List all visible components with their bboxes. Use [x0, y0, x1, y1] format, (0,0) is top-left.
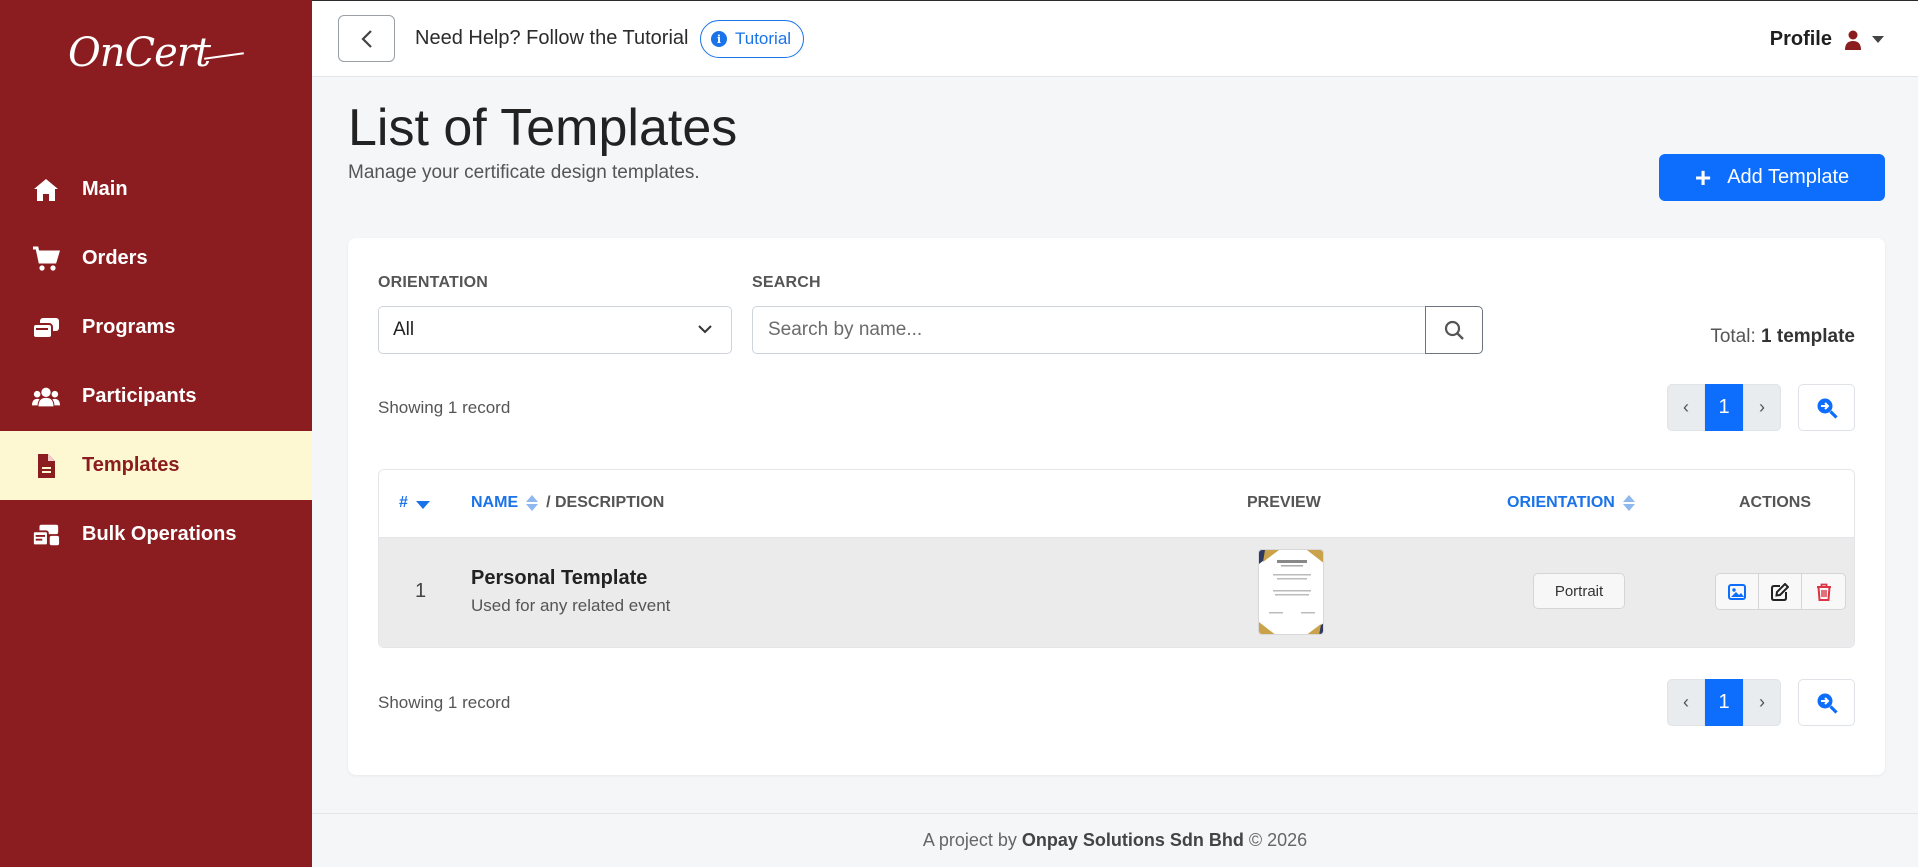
plus-icon: +	[1694, 161, 1712, 193]
add-template-label: Add Template	[1727, 166, 1850, 188]
chevron-down-icon	[1872, 36, 1884, 43]
help-text: Need Help? Follow the Tutorial	[415, 27, 689, 49]
profile-menu[interactable]: Profile	[1770, 28, 1884, 51]
orientation-filter-label: ORIENTATION	[378, 274, 489, 291]
page-button-current[interactable]: 1	[1705, 679, 1743, 726]
users-icon	[32, 383, 60, 411]
sort-icon	[1622, 495, 1635, 511]
search-button[interactable]	[1425, 306, 1483, 354]
preview-image-button[interactable]	[1716, 574, 1759, 609]
page-subtitle: Manage your certificate design templates…	[348, 162, 700, 183]
search-arrow-icon	[1817, 693, 1838, 714]
tutorial-button[interactable]: i Tutorial	[700, 20, 805, 58]
table-row: 1 Personal Template Used for any related…	[379, 538, 1854, 647]
footer-copyright: © 2026	[1248, 830, 1308, 850]
total-prefix: Total:	[1710, 326, 1756, 347]
programs-icon	[32, 314, 60, 342]
row-actions	[1715, 573, 1846, 610]
jump-to-page-button[interactable]	[1798, 384, 1855, 431]
page-button-current[interactable]: 1	[1705, 384, 1743, 431]
column-header-orientation-label: ORIENTATION	[1507, 494, 1615, 511]
profile-label: Profile	[1769, 28, 1832, 50]
sort-icon	[526, 495, 539, 511]
templates-card: ORIENTATION All SEARCH Total: 1 template…	[348, 238, 1885, 775]
edit-icon	[1771, 582, 1789, 601]
sidebar-item-label: Bulk Operations	[82, 523, 237, 545]
chevron-down-icon	[698, 325, 712, 334]
prev-page-button[interactable]: ‹	[1667, 679, 1705, 726]
next-page-button[interactable]: ›	[1743, 384, 1781, 431]
column-header-name[interactable]: NAME / DESCRIPTION	[471, 494, 664, 512]
info-icon: i	[711, 31, 727, 47]
pagination-top: ‹ 1 ›	[1667, 384, 1781, 431]
pagination-bottom: ‹ 1 ›	[1667, 679, 1781, 726]
column-header-description-label: / DESCRIPTION	[546, 494, 665, 511]
footer-prefix: A project by	[922, 830, 1017, 850]
showing-record-top: Showing 1 record	[378, 398, 511, 417]
row-number: 1	[415, 580, 427, 602]
footer: A project by Onpay Solutions Sdn Bhd © 2…	[312, 813, 1918, 867]
next-page-button[interactable]: ›	[1743, 679, 1781, 726]
file-icon	[32, 452, 60, 480]
column-header-orientation[interactable]: ORIENTATION	[1507, 494, 1635, 512]
total-value: 1 template	[1761, 326, 1855, 347]
search-input[interactable]	[752, 306, 1426, 354]
column-header-name-label: NAME	[471, 494, 519, 511]
add-template-button[interactable]: + Add Template	[1659, 154, 1885, 201]
app-logo-text: OnCert	[67, 30, 211, 76]
page-title: List of Templates	[348, 99, 738, 157]
sidebar-item-label: Orders	[82, 247, 148, 269]
column-header-num[interactable]: #	[399, 494, 430, 512]
orientation-select-value: All	[393, 319, 415, 340]
footer-company: Onpay Solutions Sdn Bhd	[1021, 830, 1244, 850]
sidebar-item-label: Participants	[82, 385, 197, 407]
home-icon	[32, 176, 60, 204]
templates-table: # NAME / DESCRIPTION PREVIEW ORIENTATION…	[378, 469, 1855, 648]
template-description: Used for any related event	[471, 596, 671, 615]
search-icon	[1444, 320, 1464, 340]
jump-to-page-button[interactable]	[1798, 679, 1855, 726]
image-icon	[1728, 583, 1746, 600]
sort-desc-icon	[415, 501, 430, 509]
column-header-num-label: #	[399, 494, 408, 511]
column-header-actions: ACTIONS	[1739, 494, 1811, 511]
orientation-badge: Portrait	[1533, 573, 1625, 609]
bulk-icon	[32, 521, 60, 549]
sidebar-item-participants[interactable]: Participants	[0, 362, 312, 431]
sidebar-item-label: Templates	[82, 454, 180, 476]
tutorial-label: Tutorial	[735, 29, 792, 48]
orientation-select[interactable]: All	[378, 306, 732, 354]
certificate-preview-image	[1259, 550, 1323, 634]
sidebar-item-programs[interactable]: Programs	[0, 293, 312, 362]
sidebar-item-label: Main	[82, 178, 128, 200]
prev-page-button[interactable]: ‹	[1667, 384, 1705, 431]
app-logo[interactable]: OnCert	[0, 30, 312, 76]
column-header-preview: PREVIEW	[1247, 494, 1321, 511]
user-icon	[1845, 30, 1861, 50]
sidebar-item-label: Programs	[82, 316, 176, 338]
total-count: Total: 1 template	[1710, 326, 1855, 348]
chevron-left-icon	[360, 29, 372, 48]
top-bar: Need Help? Follow the Tutorial i Tutoria…	[312, 0, 1918, 77]
sidebar-item-main[interactable]: Main	[0, 155, 312, 224]
template-preview-thumbnail[interactable]	[1258, 549, 1324, 635]
sidebar-item-orders[interactable]: Orders	[0, 224, 312, 293]
showing-record-bottom: Showing 1 record	[378, 693, 511, 712]
template-name: Personal Template	[471, 567, 648, 589]
search-arrow-icon	[1817, 398, 1838, 419]
search-label: SEARCH	[752, 274, 821, 291]
delete-button[interactable]	[1802, 574, 1845, 609]
back-button[interactable]	[338, 15, 395, 62]
edit-button[interactable]	[1759, 574, 1802, 609]
sidebar-nav: Main Orders Programs Participants Templa…	[0, 155, 312, 569]
table-header: # NAME / DESCRIPTION PREVIEW ORIENTATION…	[379, 470, 1854, 538]
cart-icon	[32, 245, 60, 273]
sidebar-item-bulk-operations[interactable]: Bulk Operations	[0, 500, 312, 569]
sidebar-item-templates[interactable]: Templates	[0, 431, 312, 500]
sidebar: OnCert Main Orders Programs Participants	[0, 0, 312, 867]
trash-icon	[1816, 583, 1831, 601]
